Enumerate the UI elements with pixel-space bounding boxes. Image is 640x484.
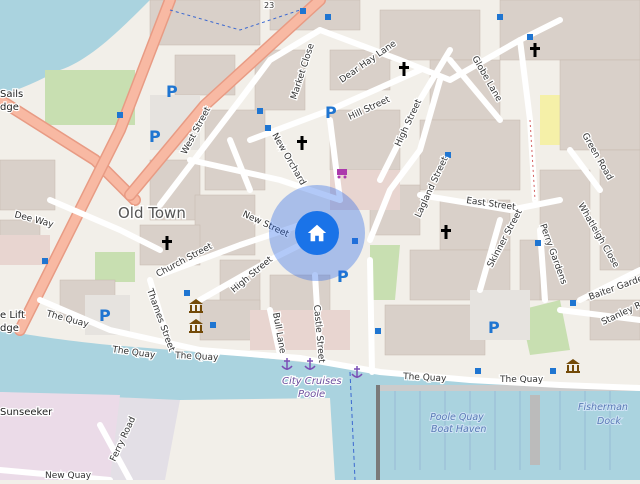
water-label-fishermans: Fisherman xyxy=(578,402,628,413)
parking-icon: P xyxy=(488,318,500,337)
parking-icon: P xyxy=(166,82,178,101)
street-label-the-quay: The Quay xyxy=(499,375,544,385)
street-label-new-quay: New Quay xyxy=(45,471,92,480)
parking-icon: P xyxy=(99,306,111,325)
poi-label-city-cruises-poole: Poole xyxy=(298,389,325,400)
water-label-poole-quay: Poole Quay xyxy=(430,412,484,423)
water-label-boat-haven: Boat Haven xyxy=(431,424,486,435)
street-label-23: 23 xyxy=(264,1,274,10)
place-label-lift-bridge: dge xyxy=(0,323,19,334)
place-label-sails-bridge: dge xyxy=(0,102,19,113)
place-label-sails: Sails xyxy=(0,89,23,100)
green-lagland xyxy=(370,245,400,300)
south-quay-land xyxy=(165,398,335,480)
green-churchyard xyxy=(95,252,135,282)
parking-icon: P xyxy=(325,103,337,122)
parking-icon: P xyxy=(149,127,161,146)
sunseeker-yard xyxy=(0,392,120,480)
place-label-lift: e Lift xyxy=(0,310,25,321)
home-icon xyxy=(307,224,327,242)
place-label-sunseeker: Sunseeker xyxy=(0,407,53,418)
parking-icon: P xyxy=(337,267,349,286)
district-label: Old Town xyxy=(118,204,186,222)
water-label-dock: Dock xyxy=(597,416,621,427)
poi-label-city-cruises: City Cruises xyxy=(282,376,342,387)
boat-haven xyxy=(378,385,640,480)
current-location-marker[interactable] xyxy=(295,211,339,255)
map-canvas[interactable]: P P P P P P West Street New Orchard Mark… xyxy=(0,0,640,483)
marina-jetty xyxy=(530,395,540,465)
